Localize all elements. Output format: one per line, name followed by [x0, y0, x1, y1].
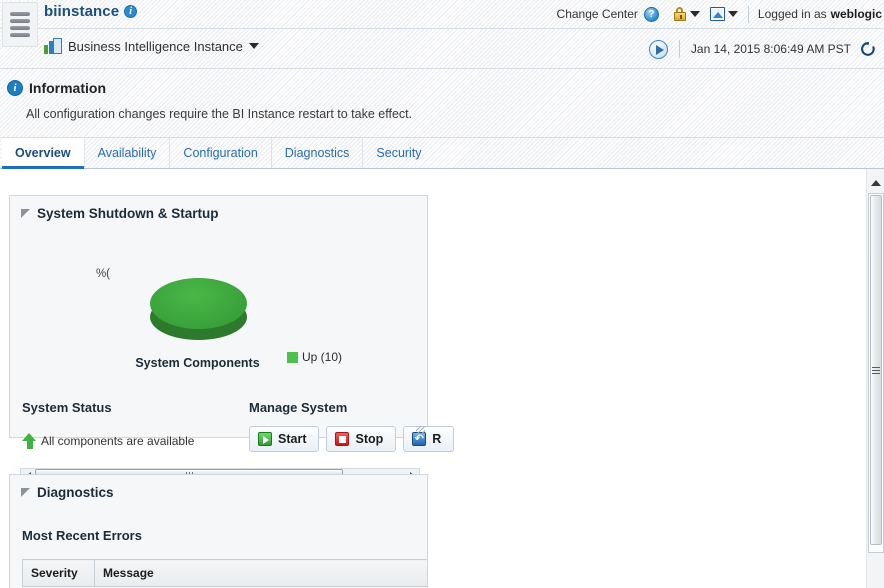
menu-bar: [10, 26, 30, 30]
information-icon[interactable]: i: [124, 5, 138, 18]
restart-button-label: R: [432, 432, 442, 446]
information-icon: i: [7, 80, 23, 96]
chevron-down-icon: [727, 11, 738, 17]
tab-diagnostics[interactable]: Diagnostics: [272, 138, 364, 168]
restart-button[interactable]: ↶ R: [403, 426, 455, 452]
divider: [678, 40, 680, 58]
logged-in-user[interactable]: weblogic: [831, 7, 882, 21]
tab-configuration[interactable]: Configuration: [170, 138, 272, 168]
top-bar-right-group: Change Center ? Logged in as weblogic: [557, 0, 884, 28]
manage-system-heading: Manage System: [249, 400, 348, 415]
hamburger-menu-icon[interactable]: [2, 2, 38, 47]
panel-header: System Shutdown & Startup: [10, 196, 427, 221]
information-title: Information: [29, 80, 106, 96]
menu-bar: [10, 19, 30, 23]
vertical-scroll-track[interactable]: [868, 193, 884, 553]
image-icon: [709, 7, 725, 21]
divider: [747, 5, 749, 23]
preferences-menu[interactable]: [709, 7, 738, 21]
system-status-heading: System Status: [22, 400, 112, 415]
app-title-text: biinstance: [44, 3, 120, 20]
launch-icon[interactable]: [648, 39, 668, 59]
information-banner: i Information All configuration changes …: [0, 69, 884, 138]
lock-icon: [673, 7, 687, 21]
refresh-icon[interactable]: [860, 41, 876, 57]
change-center-link[interactable]: Change Center: [557, 7, 638, 21]
timestamp: Jan 14, 2015 8:06:49 AM PST: [690, 42, 851, 56]
top-bar: biinstance i Change Center ? Logged in as…: [0, 0, 884, 29]
start-button[interactable]: Start: [249, 426, 320, 452]
tab-label: Diagnostics: [284, 146, 350, 160]
tab-label: Availability: [97, 146, 157, 160]
business-intelligence-icon: [44, 38, 62, 54]
pie-chart[interactable]: [150, 278, 247, 344]
target-label: Business Intelligence Instance: [68, 38, 243, 54]
information-header: i Information: [7, 80, 106, 96]
content-area: System Shutdown & Startup )% Up (10) Sys…: [0, 169, 884, 588]
tab-label: Configuration: [183, 146, 258, 160]
system-shutdown-startup-panel: System Shutdown & Startup )% Up (10) Sys…: [9, 195, 455, 484]
scroll-up-arrow-icon[interactable]: [867, 175, 884, 190]
vertical-scroll-thumb[interactable]: [870, 195, 882, 545]
panel-resize-handle[interactable]: [416, 426, 425, 435]
start-button-label: Start: [278, 432, 307, 446]
chevron-down-icon[interactable]: [248, 43, 259, 49]
column-header-message[interactable]: Message: [94, 559, 427, 587]
pie-top: [150, 278, 247, 329]
column-header-severity[interactable]: Severity: [22, 559, 95, 587]
menu-bar: [10, 33, 30, 37]
context-bar: Business Intelligence Instance Jan 14, 2…: [0, 29, 884, 69]
most-recent-errors-table: Severity Message: [22, 559, 427, 587]
panel-header: Diagnostics: [10, 475, 427, 500]
system-status-row: All components are available: [22, 433, 194, 449]
system-status-text: All components are available: [41, 434, 195, 448]
pie-percent-label: )%: [96, 268, 110, 280]
context-bar-right-group: Jan 14, 2015 8:06:49 AM PST: [648, 29, 876, 69]
disclosure-triangle-icon[interactable]: [21, 209, 30, 218]
start-icon: [258, 432, 272, 446]
table-header-row: Severity Message: [22, 559, 427, 587]
help-icon[interactable]: ?: [643, 6, 659, 22]
panel-title: Diagnostics: [37, 485, 114, 500]
menu-bar: [10, 12, 30, 16]
scroll-thumb-grip: [872, 366, 880, 374]
information-message: All configuration changes require the BI…: [26, 107, 413, 121]
system-components-chart: )% Up (10) System Components: [10, 228, 429, 370]
tab-availability[interactable]: Availability: [85, 138, 171, 168]
panel-title: System Shutdown & Startup: [37, 206, 219, 221]
tab-overview[interactable]: Overview: [2, 138, 85, 169]
page-vertical-scrollbar[interactable]: [866, 169, 884, 588]
logged-in-label: Logged in as: [757, 7, 827, 21]
disclosure-triangle-icon[interactable]: [21, 488, 30, 497]
tab-label: Overview: [15, 146, 71, 160]
stop-button[interactable]: Stop: [326, 426, 397, 452]
diagnostics-panel: Diagnostics Most Recent Errors Severity …: [9, 474, 428, 588]
status-up-arrow-icon: [22, 433, 37, 449]
tab-label: Security: [376, 146, 422, 160]
stop-icon: [335, 432, 350, 446]
page-title: biinstance i: [44, 3, 138, 20]
tab-bar: Overview Availability Configuration Diag…: [0, 138, 884, 169]
chart-caption: System Components: [135, 356, 260, 370]
lock-menu[interactable]: [673, 7, 700, 21]
chevron-down-icon: [689, 11, 700, 17]
tab-security[interactable]: Security: [363, 138, 434, 168]
stop-button-label: Stop: [355, 432, 384, 446]
most-recent-errors-heading: Most Recent Errors: [22, 528, 142, 543]
target-navigator[interactable]: Business Intelligence Instance: [44, 38, 259, 54]
